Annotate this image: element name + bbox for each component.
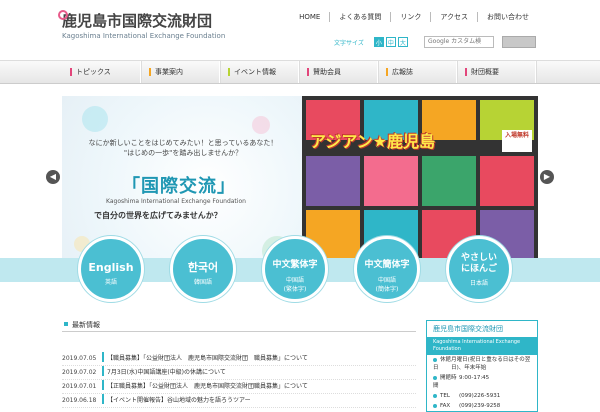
language-sub: 韓国語 bbox=[193, 279, 212, 286]
news-section: 最新情報 2019.07.05 【職員募集】「公益財団法人 鹿児島市国際交流財団… bbox=[62, 320, 416, 408]
main-nav: トピックス 事業案内 イベント情報 賛助会員 広報誌 財団概要 bbox=[0, 60, 600, 84]
language-sub: 日本語 bbox=[469, 280, 488, 287]
news-date: 2019.06.18 bbox=[62, 397, 97, 404]
search-input[interactable]: Google カスタム検 bbox=[424, 36, 494, 48]
language-simplified-chinese-button[interactable]: 中文簡体字 中国語 (簡体字) bbox=[354, 236, 420, 302]
hero-line-2: "はじめの一歩"を踏み出しませんか？ bbox=[123, 149, 243, 157]
news-item[interactable]: 2019.07.05 【職員募集】「公益財団法人 鹿児島市国際交流財団 職員募集… bbox=[62, 352, 416, 366]
hero-line-1: なにか新しいことをはじめてみたい！と思っているあなた！ bbox=[88, 139, 278, 147]
main-nav-topics[interactable]: トピックス bbox=[62, 61, 141, 83]
poster-tile bbox=[480, 156, 534, 206]
top-nav-access[interactable]: アクセス bbox=[430, 12, 477, 22]
top-nav-home[interactable]: HOME bbox=[290, 12, 329, 22]
info-row: 開館時間 9:00-17:45 bbox=[427, 373, 537, 391]
news-item[interactable]: 2019.07.01 【正職員募集】「公益財団法人 鹿児島市国際交流財団職員募集… bbox=[62, 380, 416, 394]
poster-title: アジアン★鹿児島 bbox=[310, 132, 436, 151]
font-size-control: 文字サイズ 小 中 大 bbox=[334, 37, 408, 47]
language-korean-button[interactable]: 한국어 韓国語 bbox=[170, 236, 236, 302]
bullet-icon bbox=[433, 403, 437, 408]
hero-headline: 「国際交流」 bbox=[122, 176, 236, 197]
info-value: 9:00-17:45 bbox=[459, 375, 490, 381]
top-nav-contact[interactable]: お問い合わせ bbox=[477, 12, 538, 22]
font-size-medium-button[interactable]: 中 bbox=[385, 37, 396, 47]
news-marker-icon bbox=[102, 394, 104, 404]
main-nav-magazine[interactable]: 広報誌 bbox=[378, 61, 457, 83]
language-label: 한국어 bbox=[187, 261, 219, 274]
main-nav-members[interactable]: 賛助会員 bbox=[299, 61, 378, 83]
info-value: (099)239-9258 bbox=[459, 403, 501, 409]
info-row: TEL (099)226-5931 bbox=[427, 391, 537, 401]
slider-next-arrow-icon[interactable]: ▶ bbox=[540, 170, 554, 184]
news-title[interactable]: 【正職員募集】「公益財団法人 鹿児島市国際交流財団職員募集」について bbox=[107, 380, 416, 393]
hero-line-3: で自分の世界を広げてみませんか？ bbox=[94, 211, 222, 220]
main-nav-events[interactable]: イベント情報 bbox=[220, 61, 299, 83]
language-label: やさしい にほんご bbox=[460, 253, 497, 274]
info-key: FAX bbox=[440, 403, 451, 409]
foundation-info-box: 鹿児島市国際交流財団 Kagoshima International Excha… bbox=[426, 320, 538, 412]
news-item[interactable]: 2019.07.02 7月3日(水)中国語講座(中級)の休講について bbox=[62, 366, 416, 380]
main-nav-services[interactable]: 事業案内 bbox=[141, 61, 220, 83]
info-band: Kagoshima International Exchange Foundat… bbox=[427, 337, 537, 355]
language-label: 中文繁体字 bbox=[272, 260, 318, 270]
poster-tile bbox=[422, 156, 476, 206]
news-item[interactable]: 2019.06.18 【イベント開催報告】谷山地域の魅力を語ろうツアー bbox=[62, 394, 416, 408]
site-logo[interactable]: 鹿児島市国際交流財団 Kagoshima International Excha… bbox=[58, 10, 226, 40]
poster-tile bbox=[306, 156, 360, 206]
font-size-label: 文字サイズ bbox=[334, 39, 364, 47]
main-nav-about[interactable]: 財団概要 bbox=[457, 61, 536, 83]
info-row: FAX (099)239-9258 bbox=[427, 401, 537, 411]
top-nav-faq[interactable]: よくある質問 bbox=[329, 12, 390, 22]
logo-mark-icon bbox=[58, 10, 68, 20]
hero-english: Kagoshima International Exchange Foundat… bbox=[106, 198, 246, 205]
info-key: TEL bbox=[440, 393, 450, 399]
bullet-icon bbox=[433, 357, 437, 362]
news-title[interactable]: 【イベント開催報告】谷山地域の魅力を語ろうツアー bbox=[107, 394, 416, 407]
language-label: English bbox=[88, 261, 134, 274]
news-date: 2019.07.05 bbox=[62, 355, 97, 362]
language-english-button[interactable]: English 英語 bbox=[78, 236, 144, 302]
bullet-icon bbox=[433, 375, 437, 380]
search-button[interactable] bbox=[502, 36, 536, 48]
poster-badge: 入場無料 bbox=[502, 130, 532, 152]
info-value: (099)226-5931 bbox=[459, 393, 501, 399]
news-marker-icon bbox=[102, 380, 104, 390]
top-nav: HOME よくある質問 リンク アクセス お問い合わせ bbox=[290, 12, 538, 22]
news-heading: 最新情報 bbox=[62, 320, 416, 332]
top-nav-links[interactable]: リンク bbox=[390, 12, 430, 22]
info-title: 鹿児島市国際交流財団 bbox=[433, 325, 503, 333]
news-marker-icon bbox=[102, 352, 104, 362]
page: 鹿児島市国際交流財団 Kagoshima International Excha… bbox=[0, 0, 600, 412]
language-sub: 中国語 (繁体字) bbox=[283, 277, 307, 293]
language-sub: 英語 bbox=[104, 279, 117, 286]
site-title: 鹿児島市国際交流財団 bbox=[62, 12, 213, 30]
language-traditional-chinese-button[interactable]: 中文繁体字 中国語 (繁体字) bbox=[262, 236, 328, 302]
news-date: 2019.07.02 bbox=[62, 369, 97, 376]
bubble-icon bbox=[82, 106, 108, 132]
info-row: 休館日 月曜日(祝日と重なる日はその翌日)、年末年始 bbox=[427, 355, 537, 373]
slider-prev-arrow-icon[interactable]: ◀ bbox=[46, 170, 60, 184]
news-title[interactable]: 【職員募集】「公益財団法人 鹿児島市国際交流財団 職員募集」について bbox=[107, 352, 416, 365]
news-marker-icon bbox=[102, 366, 104, 376]
language-easy-japanese-button[interactable]: やさしい にほんご 日本語 bbox=[446, 236, 512, 302]
bullet-icon bbox=[433, 393, 437, 398]
language-sub: 中国語 (簡体字) bbox=[375, 277, 399, 293]
info-value: 月曜日(祝日と重なる日はその翌日)、年末年始 bbox=[451, 357, 531, 371]
news-title[interactable]: 7月3日(水)中国語講座(中級)の休講について bbox=[107, 366, 416, 379]
font-size-small-button[interactable]: 小 bbox=[373, 37, 384, 47]
news-date: 2019.07.01 bbox=[62, 383, 97, 390]
language-label: 中文簡体字 bbox=[364, 260, 410, 270]
site-subtitle: Kagoshima International Exchange Foundat… bbox=[62, 32, 226, 40]
poster-tile bbox=[364, 156, 418, 206]
font-size-large-button[interactable]: 大 bbox=[397, 37, 408, 47]
bubble-icon bbox=[252, 116, 270, 134]
